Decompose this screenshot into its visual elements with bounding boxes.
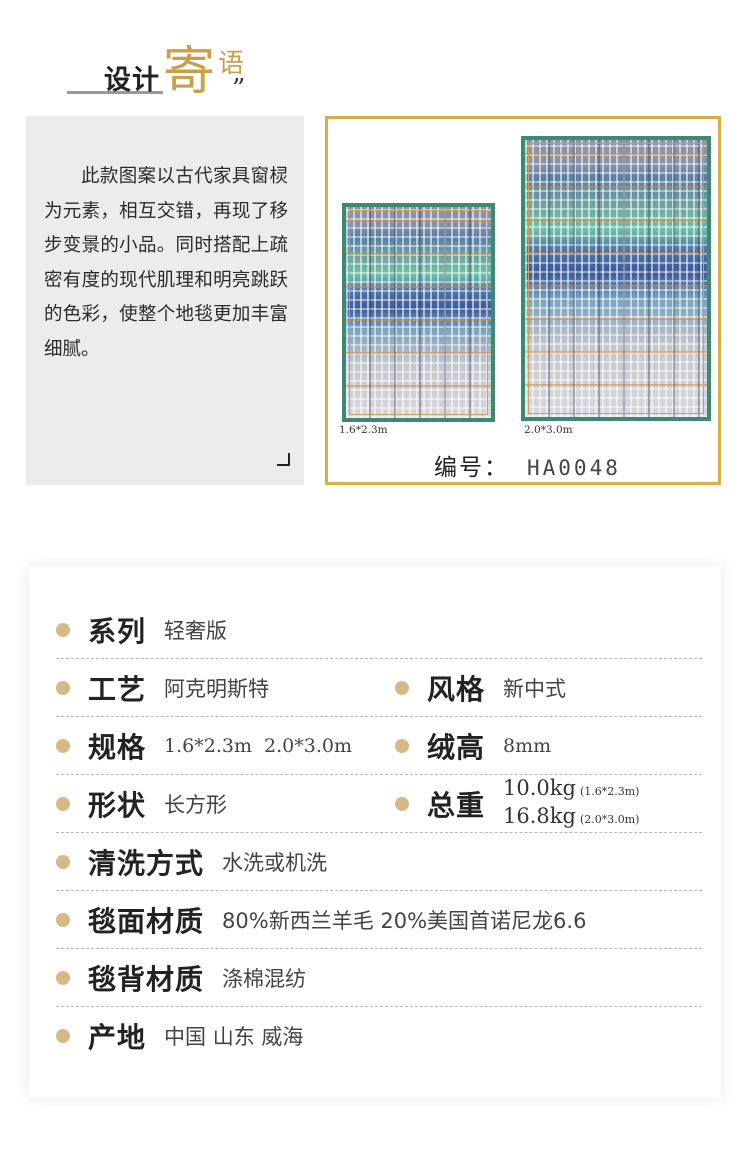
spec-value: 涤棉混纺 bbox=[222, 967, 307, 991]
spec-row-craft-style: 工艺 阿克明斯特 风格 新中式 bbox=[56, 659, 702, 717]
spec-value: 长方形 bbox=[164, 793, 228, 817]
spec-label: 总重 bbox=[427, 789, 486, 822]
spec-value: 8mm bbox=[503, 735, 552, 757]
bullet-dot-icon bbox=[56, 855, 70, 869]
bullet-dot-icon bbox=[56, 739, 70, 753]
header-title: 设计 bbox=[104, 65, 160, 96]
header-title-accent: 寄 bbox=[163, 42, 216, 102]
bullet-dot-icon bbox=[56, 623, 70, 637]
spec-row-shape-weight: 形状 长方形 总重 10.0kg (1.6*2.3m) 16.8kg (2.0*3.… bbox=[56, 775, 702, 833]
spec-value: 1.6*2.3m 2.0*3.0m bbox=[164, 735, 352, 757]
rug-inner-border bbox=[349, 210, 488, 415]
spec-card: 系列 轻奢版 工艺 阿克明斯特 风格 新中式 规格 1.6*2.3m 2.0*3… bbox=[29, 566, 721, 1098]
bullet-dot-icon bbox=[395, 739, 409, 753]
size-label-large: 2.0*3.0m bbox=[524, 424, 573, 436]
product-code: 编号： HA0048 bbox=[434, 448, 621, 482]
spec-value: 轻奢版 bbox=[164, 619, 228, 643]
weight-value-large: 16.8kg bbox=[503, 804, 576, 828]
bullet-dot-icon bbox=[395, 797, 409, 811]
spec-value: 新中式 bbox=[503, 677, 567, 701]
spec-label: 清洗方式 bbox=[88, 847, 205, 880]
spec-row-back-material: 毯背材质 涤棉混纺 bbox=[56, 949, 702, 1007]
product-code-value: HA0048 bbox=[527, 456, 621, 480]
bullet-dot-icon bbox=[395, 681, 409, 695]
spec-row-series: 系列 轻奢版 bbox=[56, 601, 702, 659]
product-frame: 1.6*2.3m 2.0*3.0m 编号： HA0048 bbox=[325, 116, 721, 485]
spec-label: 毯面材质 bbox=[88, 905, 205, 938]
rug-inner-border bbox=[528, 143, 704, 414]
weight-value-small: 10.0kg bbox=[503, 776, 576, 800]
spec-label: 风格 bbox=[427, 673, 486, 706]
spec-label: 工艺 bbox=[88, 673, 147, 706]
spec-value: 水洗或机洗 bbox=[222, 851, 328, 875]
weight-note-large: (2.0*3.0m) bbox=[579, 813, 640, 826]
description-box: 此款图案以古代家具窗棂为元素，相互交错，再现了移步变景的小品。同时搭配上疏密有度… bbox=[26, 116, 304, 485]
corner-bracket-icon bbox=[277, 453, 290, 466]
spec-label: 规格 bbox=[88, 731, 147, 764]
spec-label: 形状 bbox=[88, 789, 147, 822]
spec-row-size-pile: 规格 1.6*2.3m 2.0*3.0m 绒高 8mm bbox=[56, 717, 702, 775]
spec-value: 中国 山东 威海 bbox=[164, 1025, 304, 1049]
spec-label: 绒高 bbox=[427, 731, 486, 764]
bullet-dot-icon bbox=[56, 681, 70, 695]
bullet-dot-icon bbox=[56, 1029, 70, 1043]
spec-value: 80%新西兰羊毛 20%美国首诺尼龙6.6 bbox=[222, 909, 587, 933]
bullet-dot-icon bbox=[56, 971, 70, 985]
spec-row-origin: 产地 中国 山东 威海 bbox=[56, 1007, 702, 1065]
spec-label: 系列 bbox=[88, 615, 147, 648]
rug-image-small bbox=[342, 203, 495, 422]
product-code-label: 编号： bbox=[434, 455, 509, 481]
spec-row-face-material: 毯面材质 80%新西兰羊毛 20%美国首诺尼龙6.6 bbox=[56, 891, 702, 949]
weight-note-small: (1.6*2.3m) bbox=[579, 785, 640, 798]
spec-row-cleaning: 清洗方式 水洗或机洗 bbox=[56, 833, 702, 891]
size-label-small: 1.6*2.3m bbox=[339, 424, 388, 436]
spec-value: 阿克明斯特 bbox=[164, 677, 270, 701]
bullet-dot-icon bbox=[56, 797, 70, 811]
spec-label: 产地 bbox=[88, 1021, 147, 1054]
rug-image-large bbox=[521, 136, 711, 421]
bullet-dot-icon bbox=[56, 913, 70, 927]
description-text: 此款图案以古代家具窗棂为元素，相互交错，再现了移步变景的小品。同时搭配上疏密有度… bbox=[44, 166, 288, 360]
spec-label: 毯背材质 bbox=[88, 963, 205, 996]
header-quote-mark: ” bbox=[232, 74, 246, 104]
weight-values: 10.0kg (1.6*2.3m) 16.8kg (2.0*3.0m) bbox=[503, 776, 639, 832]
